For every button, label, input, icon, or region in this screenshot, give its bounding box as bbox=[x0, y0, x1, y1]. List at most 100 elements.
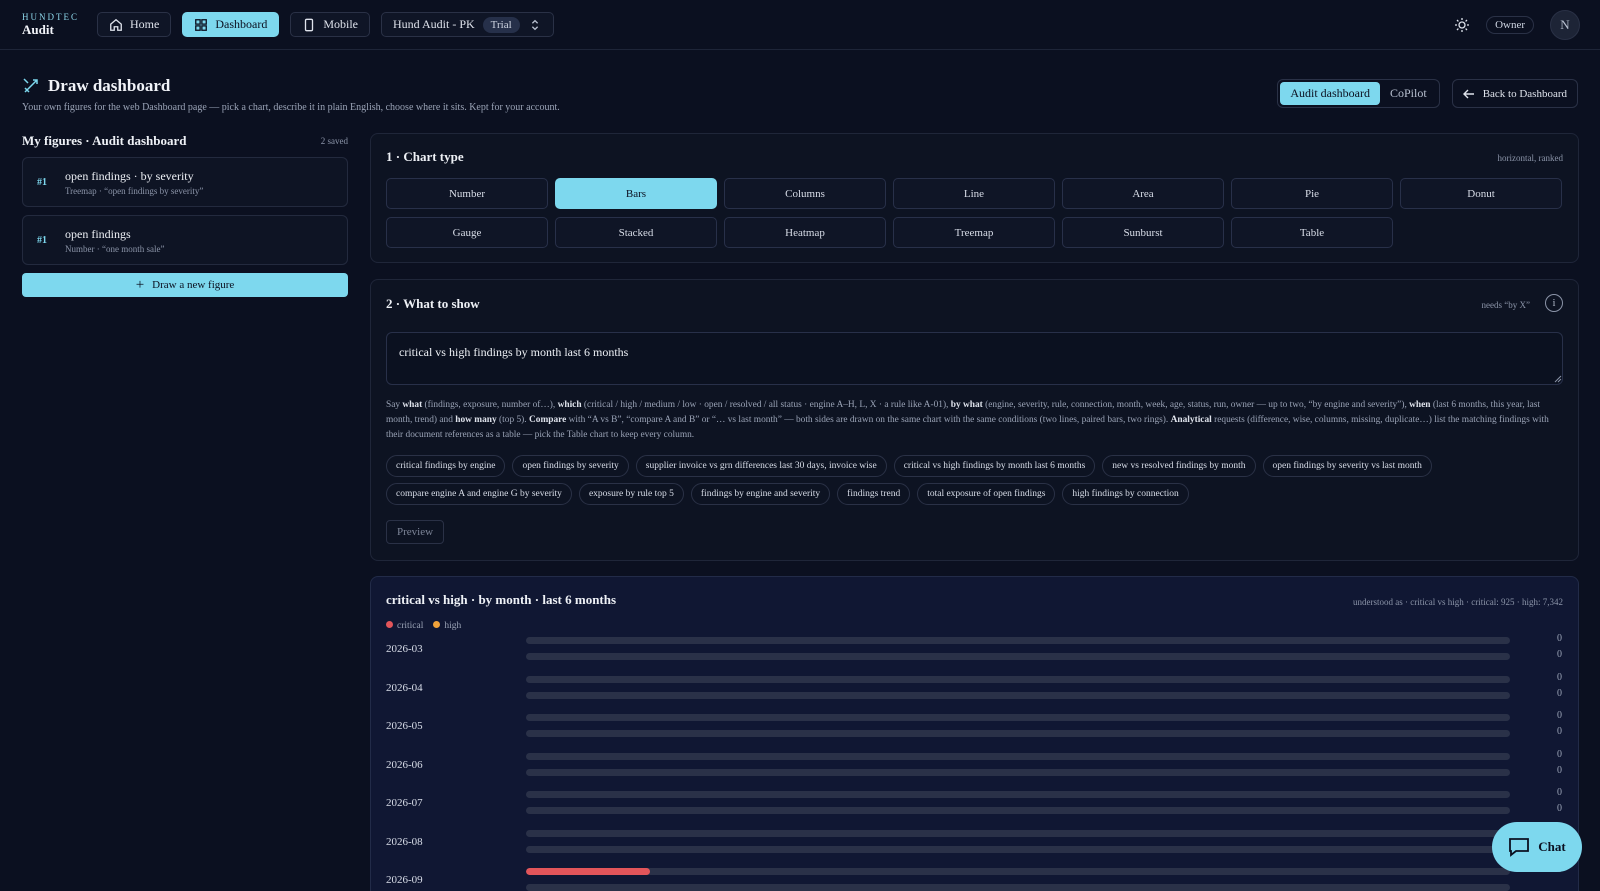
chart-type-gauge[interactable]: Gauge bbox=[386, 217, 548, 248]
example-chip[interactable]: open findings by severity bbox=[512, 455, 629, 477]
chart-row: 2026-0800 bbox=[386, 826, 1564, 862]
nav-dashboard-button[interactable]: Dashboard bbox=[182, 12, 280, 37]
nav-mobile-button[interactable]: Mobile bbox=[290, 12, 370, 37]
example-chip[interactable]: total exposure of open findings bbox=[917, 483, 1056, 505]
chart-type-sunburst[interactable]: Sunburst bbox=[1062, 217, 1224, 248]
avatar[interactable]: N bbox=[1550, 10, 1580, 40]
bar-track bbox=[526, 807, 1510, 814]
bar-value: 0 bbox=[1557, 671, 1562, 683]
bar-track bbox=[526, 791, 1510, 798]
category-label: 2026-06 bbox=[386, 758, 423, 771]
example-chip[interactable]: supplier invoice vs grn differences last… bbox=[635, 455, 887, 477]
example-chip[interactable]: compare engine A and engine G by severit… bbox=[386, 483, 572, 505]
chart-type-columns[interactable]: Columns bbox=[724, 178, 886, 209]
info-icon[interactable]: i bbox=[1545, 294, 1563, 312]
chart-type-treemap[interactable]: Treemap bbox=[893, 217, 1055, 248]
grid-icon bbox=[195, 18, 208, 31]
figure-rank: #1 bbox=[37, 234, 47, 246]
bar-value: 0 bbox=[1557, 726, 1562, 737]
chart-type-number[interactable]: Number bbox=[386, 178, 548, 209]
brand-logo[interactable]: HUNDTEC Audit bbox=[22, 12, 79, 38]
chart-type-stacked[interactable]: Stacked bbox=[555, 217, 717, 248]
chat-button[interactable]: Chat bbox=[1492, 822, 1582, 872]
category-label: 2026-07 bbox=[386, 797, 423, 809]
help-keyword: how many bbox=[455, 415, 497, 425]
example-chip[interactable]: findings by engine and severity bbox=[690, 483, 831, 505]
bar-value: 0 bbox=[1557, 764, 1562, 776]
help-keyword: Compare bbox=[528, 415, 567, 425]
home-icon bbox=[110, 18, 122, 31]
what-to-show-panel: 2 · What to show needs “by X” i critical… bbox=[370, 279, 1579, 561]
figure-item[interactable]: #1 open findings Number · “one month sal… bbox=[22, 215, 348, 265]
nav-home-label: Home bbox=[130, 17, 160, 31]
what-note: needs “by X” bbox=[1481, 300, 1530, 310]
arrow-left-icon bbox=[1462, 89, 1474, 98]
figures-title: My figures · Audit dashboard bbox=[22, 133, 187, 148]
help-text: (findings, exposure, number of…), bbox=[422, 400, 558, 410]
help-text: (top 5). bbox=[496, 415, 529, 425]
draw-new-figure-button[interactable]: + Draw a new figure bbox=[22, 273, 348, 297]
figure-name: open findings · by severity bbox=[65, 168, 194, 183]
chart-type-panel: 1 · Chart type horizontal, ranked Number… bbox=[370, 133, 1579, 263]
example-chip[interactable]: critical vs high findings by month last … bbox=[893, 455, 1096, 477]
example-chip[interactable]: exposure by rule top 5 bbox=[578, 483, 684, 505]
chat-label: Chat bbox=[1538, 839, 1566, 854]
result-understood: understood as · critical vs high · criti… bbox=[1353, 597, 1563, 607]
bar-critical[interactable] bbox=[526, 868, 650, 875]
category-label: 2026-08 bbox=[386, 835, 423, 848]
chart-type-donut[interactable]: Donut bbox=[1400, 178, 1562, 209]
what-title: 2 · What to show bbox=[386, 296, 480, 311]
figure-rank: #1 bbox=[37, 176, 47, 188]
bar-track bbox=[526, 675, 1510, 683]
brand-top: HUNDTEC bbox=[22, 11, 79, 22]
new-figure-label: Draw a new figure bbox=[152, 279, 235, 291]
example-chip[interactable]: open findings by severity vs last month bbox=[1262, 455, 1432, 477]
preview-button[interactable]: Preview bbox=[386, 520, 445, 544]
back-to-dashboard-button[interactable]: Back to Dashboard bbox=[1451, 79, 1578, 108]
chart-type-bars[interactable]: Bars bbox=[555, 178, 717, 209]
example-chip[interactable]: high findings by connection bbox=[1062, 483, 1189, 505]
figure-item[interactable]: #1 open findings · by severity Treemap ·… bbox=[22, 157, 348, 207]
chart-type-note: horizontal, ranked bbox=[1497, 153, 1563, 163]
chart-type-area[interactable]: Area bbox=[1062, 178, 1224, 209]
example-chips: critical findings by engine open findings… bbox=[386, 455, 1566, 505]
help-keyword: Analytical bbox=[1170, 415, 1212, 425]
brand-name: Audit bbox=[22, 21, 54, 37]
chart-legend: critical high bbox=[386, 621, 461, 631]
example-chip[interactable]: critical findings by engine bbox=[386, 455, 506, 477]
bar-track bbox=[526, 714, 1510, 721]
resize-handle-icon[interactable] bbox=[1554, 375, 1562, 383]
example-chip[interactable]: new vs resolved findings by month bbox=[1102, 455, 1256, 477]
help-text: Say bbox=[386, 400, 403, 410]
org-selector[interactable]: Hund Audit - PK Trial bbox=[380, 12, 554, 37]
page-title: Draw dashboard bbox=[48, 76, 171, 95]
help-keyword: when bbox=[1409, 400, 1431, 410]
seg-audit-dashboard[interactable]: Audit dashboard bbox=[1280, 82, 1380, 105]
chat-bubble-icon bbox=[1509, 838, 1530, 857]
help-text: (engine, severity, rule, connection, mon… bbox=[982, 400, 1410, 410]
nav-home-button[interactable]: Home bbox=[97, 12, 172, 37]
help-keyword: by what bbox=[950, 400, 983, 410]
legend-swatch bbox=[433, 621, 441, 628]
example-chip[interactable]: findings trend bbox=[837, 483, 911, 505]
bar-track bbox=[526, 691, 1510, 699]
result-title: critical vs high · by month · last 6 mon… bbox=[386, 592, 617, 607]
category-label: 2026-04 bbox=[386, 681, 423, 694]
chart-type-table[interactable]: Table bbox=[1231, 217, 1393, 248]
help-text: with “A vs B”, “compare A and B” or “… v… bbox=[566, 415, 1171, 425]
figure-meta: Number · “one month sale” bbox=[65, 243, 165, 254]
figures-panel: My figures · Audit dashboard 2 saved #1 … bbox=[22, 133, 348, 297]
chart-row: 2026-06 0 0 bbox=[386, 749, 1564, 785]
nav-dashboard-label: Dashboard bbox=[215, 17, 268, 31]
help-keyword: which bbox=[557, 400, 582, 410]
chart-type-grid: Number Bars Columns Line Area Pie Donut Gauge St… bbox=[386, 178, 1565, 248]
chart-type-line[interactable]: Line bbox=[893, 178, 1055, 209]
seg-copilot[interactable]: CoPilot bbox=[1380, 82, 1437, 105]
query-input[interactable]: critical vs high findings by month last … bbox=[386, 332, 1563, 385]
category-label: 2026-09 bbox=[386, 874, 423, 886]
result-chart-panel: critical vs high · by month · last 6 mon… bbox=[370, 576, 1579, 891]
chart-type-pie[interactable]: Pie bbox=[1231, 178, 1393, 209]
chart-type-heatmap[interactable]: Heatmap bbox=[724, 217, 886, 248]
org-name: Hund Audit - PK bbox=[392, 17, 475, 31]
theme-toggle-icon[interactable] bbox=[1454, 17, 1470, 33]
